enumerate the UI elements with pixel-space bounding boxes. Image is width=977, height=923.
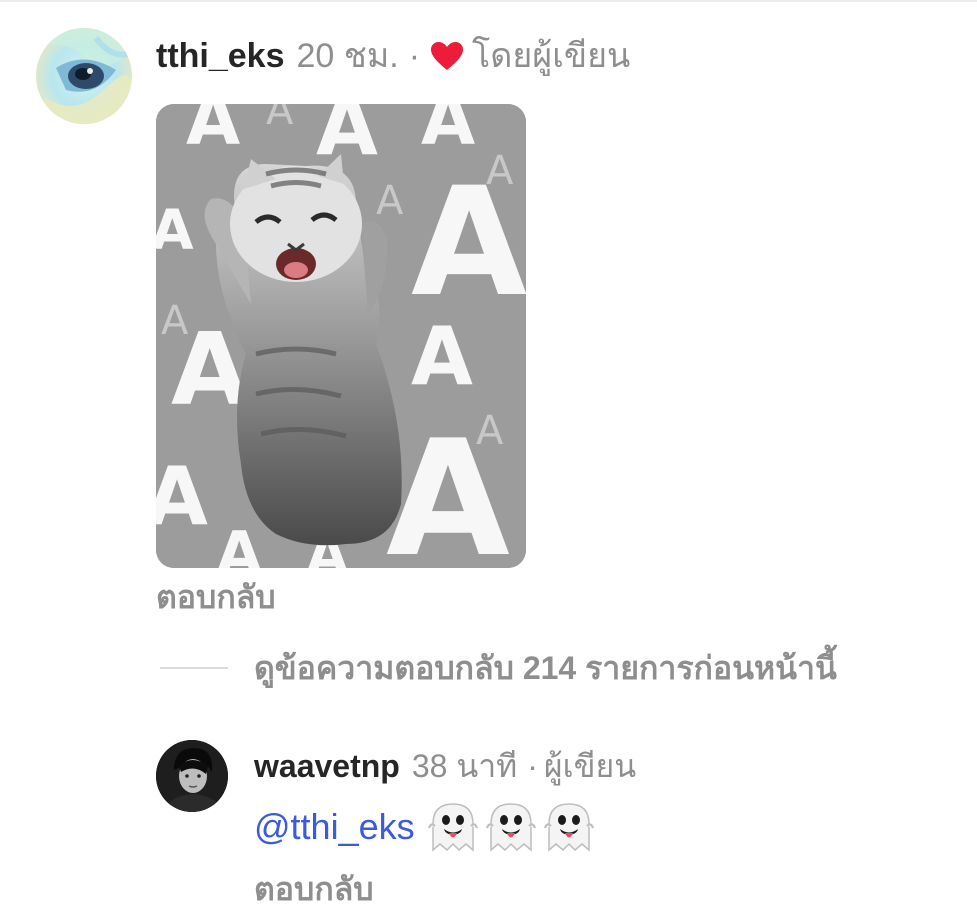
svg-text:A: A	[486, 148, 514, 194]
svg-text:A: A	[411, 310, 473, 403]
reply-button[interactable]: ตอบกลับ	[156, 578, 276, 616]
ghost-emoji-icon	[485, 803, 536, 852]
meta-separator: ·	[527, 748, 538, 784]
ghost-emoji-icon	[543, 803, 594, 852]
author-badge: ผู้เขียน	[543, 748, 637, 784]
comment-header: tthi_eks 20 ชม. · โดยผู้เขียน	[156, 36, 630, 76]
svg-text:A: A	[316, 104, 378, 173]
view-previous-replies-label: ดูข้อความตอบกลับ 214 รายการก่อนหน้านี้	[254, 650, 837, 686]
portrait-avatar	[156, 740, 228, 812]
reply-author-avatar[interactable]	[156, 740, 228, 812]
reply-time: 38 นาที	[411, 748, 518, 784]
mention-link[interactable]: @tthi_eks	[254, 805, 415, 849]
ghost-emoji-icon	[427, 803, 478, 852]
svg-text:A: A	[376, 178, 404, 224]
heart-icon	[431, 42, 464, 70]
meta-separator: ·	[408, 37, 421, 75]
cat-sticker-image: A A A A A A A A A A A A A A A A A	[156, 104, 526, 568]
svg-text:A: A	[156, 450, 208, 543]
reply-body: @tthi_eks	[254, 802, 601, 852]
svg-text:A: A	[186, 104, 240, 161]
liked-by-author-label: โดยผู้เขียน	[472, 37, 631, 75]
comment-time: 20 ชม.	[296, 37, 399, 75]
svg-text:A: A	[216, 519, 263, 568]
reply-header: waavetnp 38 นาที · ผู้เขียน	[254, 746, 636, 786]
thread-line	[160, 667, 228, 669]
reply-button[interactable]: ตอบกลับ	[254, 870, 374, 908]
view-previous-replies[interactable]: ดูข้อความตอบกลับ 214 รายการก่อนหน้านี้	[160, 648, 837, 688]
commenter-avatar[interactable]	[36, 28, 132, 124]
svg-text:A: A	[476, 408, 504, 454]
top-divider	[0, 0, 977, 2]
commenter-username[interactable]: tthi_eks	[156, 36, 285, 76]
abstract-eye-avatar	[36, 28, 132, 124]
reply-author-username[interactable]: waavetnp	[254, 746, 400, 786]
cat-sticker[interactable]: A A A A A A A A A A A A A A A A A	[156, 104, 526, 568]
svg-text:A: A	[156, 198, 194, 262]
svg-text:A: A	[421, 104, 475, 161]
svg-text:A: A	[266, 104, 294, 134]
svg-text:A: A	[161, 298, 189, 344]
